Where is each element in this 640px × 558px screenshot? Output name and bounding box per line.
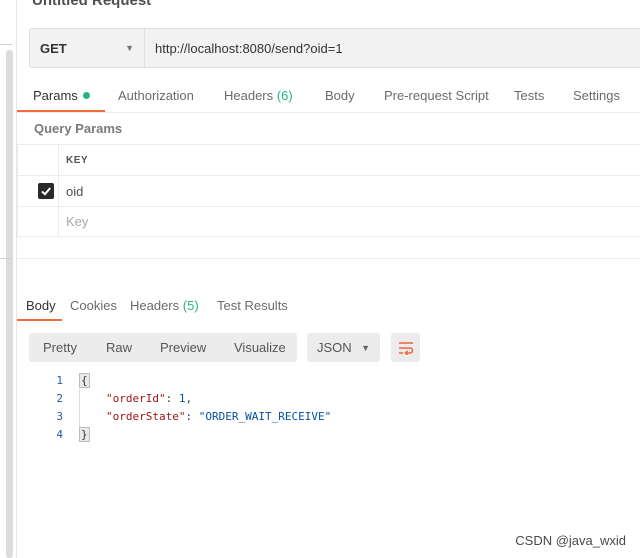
tab-response-headers[interactable]: Headers (5) bbox=[130, 298, 199, 313]
request-tabs: Params Authorization Headers (6) Body Pr… bbox=[17, 84, 640, 112]
new-key-input[interactable]: Key bbox=[66, 207, 88, 236]
table-header-row: KEY bbox=[17, 144, 640, 175]
wrap-lines-button[interactable] bbox=[391, 333, 420, 362]
row-check-cell bbox=[18, 207, 59, 236]
tab-headers[interactable]: Headers (6) bbox=[224, 88, 293, 103]
tab-label: Params bbox=[33, 88, 78, 103]
panel-resize-divider[interactable] bbox=[17, 258, 640, 288]
json-string: "ORDER_WAIT_RECEIVE" bbox=[198, 410, 332, 423]
tab-label: Authorization bbox=[118, 88, 194, 103]
code-line: 2 "orderId": 1, bbox=[17, 390, 640, 408]
code-line: 1 { bbox=[17, 372, 640, 390]
format-select[interactable]: JSON ▼ bbox=[307, 333, 380, 362]
response-tabs: Body Cookies Headers (5) Test Results bbox=[17, 296, 640, 322]
request-url-bar: GET ▼ http://localhost:8080/send?oid=1 bbox=[29, 28, 640, 68]
chevron-down-icon: ▼ bbox=[125, 43, 134, 53]
response-body-editor[interactable]: 1 { 2 "orderId": 1, 3 "orderState": "ORD… bbox=[17, 372, 640, 444]
url-input[interactable]: http://localhost:8080/send?oid=1 bbox=[145, 41, 343, 56]
json-key: "orderState" bbox=[106, 410, 186, 423]
code-text: "orderState": "ORDER_WAIT_RECEIVE" bbox=[106, 408, 331, 426]
tab-cookies[interactable]: Cookies bbox=[70, 298, 117, 313]
query-params-table: KEY oid Key bbox=[17, 144, 640, 237]
format-label: JSON bbox=[317, 340, 352, 355]
column-header-key: KEY bbox=[66, 154, 89, 166]
param-key-field[interactable]: oid bbox=[66, 176, 83, 206]
tab-label: Headers bbox=[130, 298, 180, 313]
tab-count: (5) bbox=[182, 298, 199, 313]
tab-count: (6) bbox=[276, 88, 293, 103]
tab-tests[interactable]: Tests bbox=[514, 88, 544, 103]
left-divider bbox=[0, 44, 12, 45]
json-separator: : bbox=[165, 392, 179, 405]
watermark-text: CSDN @java_wxid bbox=[515, 533, 626, 548]
row-check-cell bbox=[18, 176, 59, 206]
json-comma: , bbox=[185, 392, 193, 405]
tab-label: Tests bbox=[514, 88, 545, 103]
view-preview-button[interactable]: Preview bbox=[160, 340, 206, 355]
line-number: 3 bbox=[56, 410, 63, 423]
json-separator: : bbox=[185, 410, 199, 423]
line-number: 2 bbox=[56, 392, 63, 405]
request-title[interactable]: Untitled Request bbox=[32, 0, 151, 9]
left-divider bbox=[0, 258, 12, 259]
tab-body[interactable]: Body bbox=[325, 88, 355, 103]
active-dot-icon bbox=[82, 92, 90, 99]
line-number: 4 bbox=[56, 428, 63, 441]
tab-pre-request-script[interactable]: Pre-request Script bbox=[384, 88, 489, 103]
code-text: "orderId": 1, bbox=[106, 390, 192, 408]
chevron-down-icon: ▼ bbox=[361, 342, 370, 353]
line-number: 1 bbox=[56, 374, 63, 387]
tab-authorization[interactable]: Authorization bbox=[118, 88, 194, 103]
code-line: 3 "orderState": "ORDER_WAIT_RECEIVE" bbox=[17, 408, 640, 426]
tab-label: Settings bbox=[573, 88, 620, 103]
code-text: { bbox=[79, 372, 90, 390]
method-select[interactable]: GET ▼ bbox=[30, 29, 145, 67]
left-scrollbar[interactable] bbox=[6, 50, 13, 558]
view-raw-button[interactable]: Raw bbox=[106, 340, 132, 355]
table-header-check-cell bbox=[18, 145, 59, 175]
view-pretty-button[interactable]: Pretty bbox=[43, 340, 77, 355]
param-checkbox[interactable] bbox=[38, 183, 54, 199]
wrap-lines-icon bbox=[398, 341, 413, 355]
view-visualize-button[interactable]: Visualize bbox=[234, 340, 286, 355]
code-line: 4 } bbox=[17, 426, 640, 444]
view-mode-group: Pretty Raw Preview Visualize bbox=[29, 333, 297, 362]
tabs-divider bbox=[17, 112, 640, 113]
table-row: Key bbox=[17, 206, 640, 237]
json-key: "orderId" bbox=[106, 392, 166, 405]
tab-settings[interactable]: Settings bbox=[573, 88, 620, 103]
active-tab-indicator bbox=[17, 319, 62, 321]
tab-label: Pre-request Script bbox=[384, 88, 489, 103]
tab-response-body[interactable]: Body bbox=[26, 298, 56, 313]
open-brace: { bbox=[79, 373, 90, 388]
tab-label: Headers bbox=[224, 88, 274, 103]
table-row: oid bbox=[17, 175, 640, 206]
tab-params[interactable]: Params bbox=[33, 88, 90, 103]
code-text: } bbox=[79, 426, 90, 444]
query-params-heading: Query Params bbox=[34, 121, 123, 136]
close-brace: } bbox=[79, 427, 90, 442]
tab-test-results[interactable]: Test Results bbox=[217, 298, 288, 313]
check-icon bbox=[41, 187, 51, 196]
method-label: GET bbox=[40, 40, 67, 56]
tab-label: Body bbox=[325, 88, 355, 103]
